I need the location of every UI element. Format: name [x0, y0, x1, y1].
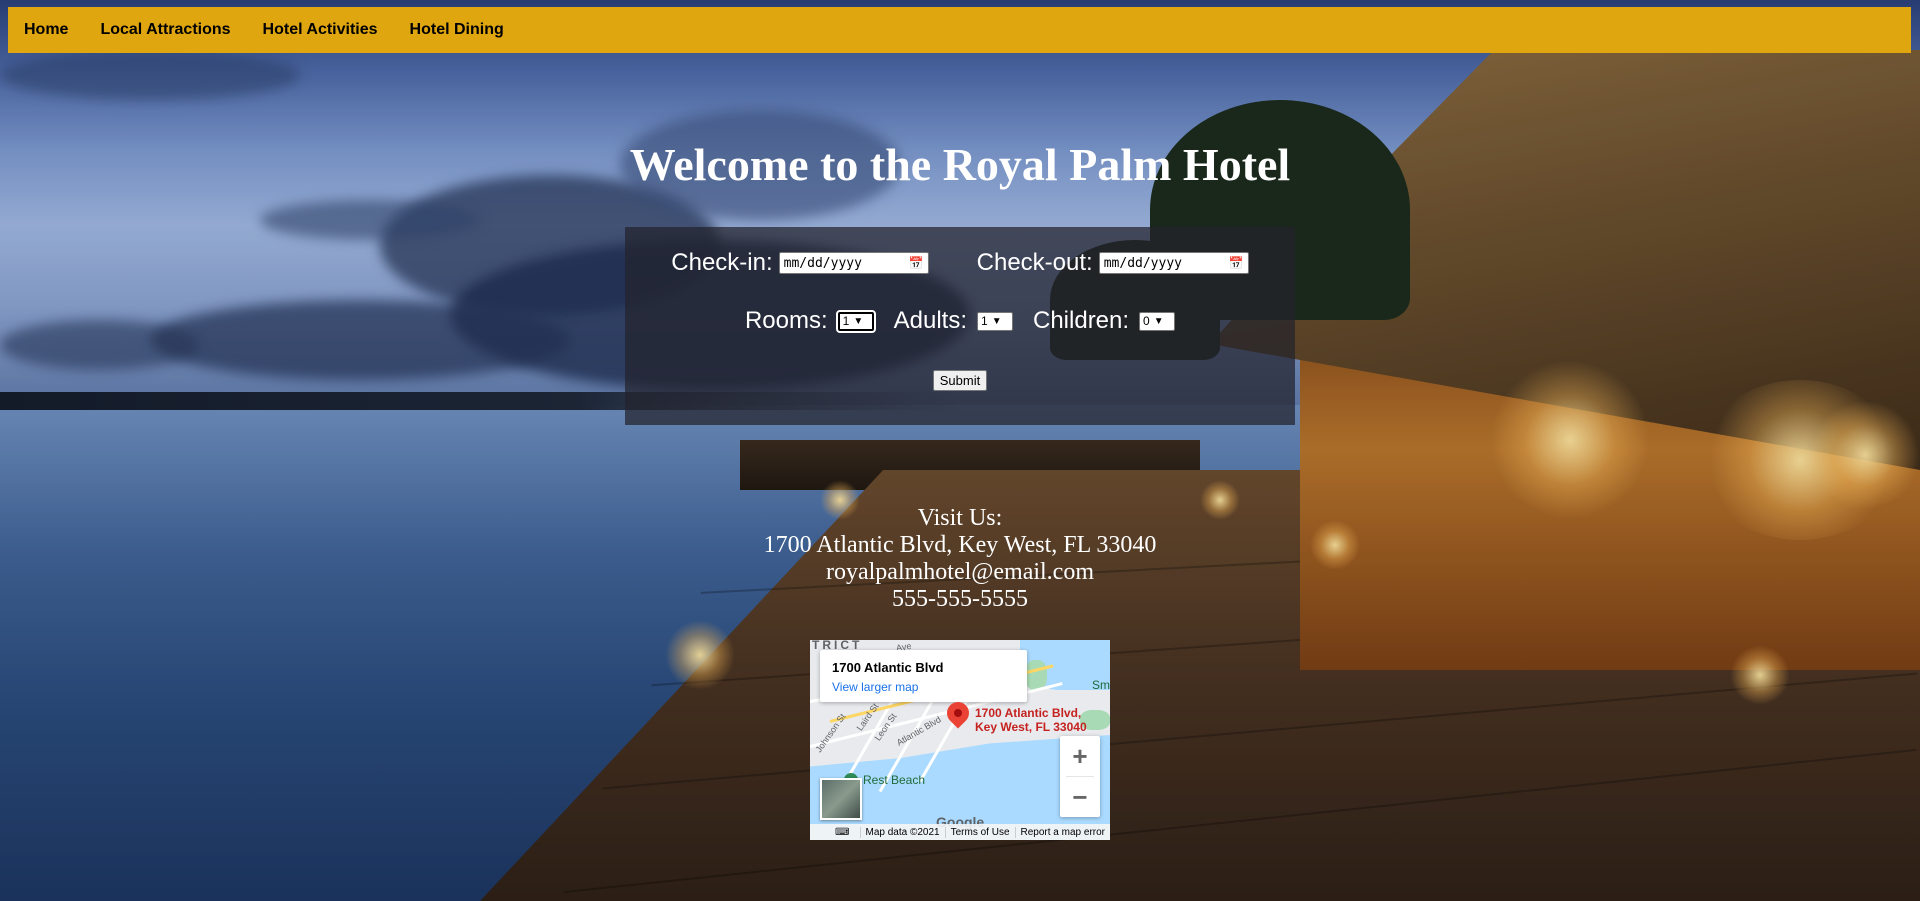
view-larger-map-link[interactable]: View larger map [832, 680, 918, 694]
map-zoom-controls: + − [1060, 736, 1100, 817]
contact-info: Visit Us: 1700 Atlantic Blvd, Key West, … [0, 505, 1920, 613]
page-title: Welcome to the Royal Palm Hotel [629, 139, 1291, 190]
keyboard-icon[interactable]: ⌨ [810, 827, 854, 838]
rooms-value: 1 [842, 314, 850, 328]
chevron-down-icon: ▼ [853, 315, 864, 327]
checkin-date-value: mm/dd/yyyy [783, 255, 862, 271]
children-select[interactable]: 0 ▼ [1139, 311, 1176, 331]
calendar-icon[interactable]: 📅 [1229, 256, 1244, 270]
chevron-down-icon: ▼ [1153, 315, 1164, 327]
map-pin-icon[interactable] [942, 697, 974, 729]
checkout-date-input[interactable]: mm/dd/yyyy 📅 [1098, 252, 1249, 274]
nav-local-attractions-link[interactable]: Local Attractions [84, 21, 246, 39]
checkin-date-input[interactable]: mm/dd/yyyy 📅 [778, 252, 929, 274]
adults-select[interactable]: 1 ▼ [977, 311, 1013, 331]
map-beach-label: Rest Beach [863, 773, 926, 787]
map-place-card: 1700 Atlantic Blvd View larger map [820, 650, 1027, 702]
checkin-label: Check-in: [671, 249, 773, 276]
map-footer: ⌨ Map data ©2021 Terms of Use Report a m… [810, 824, 1110, 840]
children-label: Children: [1033, 307, 1130, 334]
checkin-field: Check-in: mm/dd/yyyy 📅 [671, 249, 929, 277]
map-place-label: Sm [1092, 678, 1110, 692]
rooms-field: Rooms: 1 ▼ [744, 307, 876, 335]
adults-label: Adults: [893, 307, 967, 334]
zoom-in-button[interactable]: + [1060, 736, 1100, 776]
map-data-text: Map data ©2021 [859, 826, 945, 838]
adults-field: Adults: 1 ▼ [894, 307, 1013, 335]
chevron-down-icon: ▼ [991, 315, 1002, 327]
map-pin-label-line1: 1700 Atlantic Blvd, [975, 706, 1082, 720]
map-pin-label: 1700 Atlantic Blvd, Key West, FL 33040 [975, 706, 1087, 734]
children-field: Children: 0 ▼ [1033, 307, 1176, 335]
rooms-label: Rooms: [744, 307, 828, 334]
adults-value: 1 [981, 314, 988, 328]
children-value: 0 [1143, 314, 1150, 328]
checkout-label: Check-out: [976, 249, 1093, 276]
top-nav-bar: Home Local Attractions Hotel Activities … [8, 7, 1911, 53]
zoom-out-button[interactable]: − [1060, 777, 1100, 817]
nav-home-link[interactable]: Home [8, 21, 84, 39]
calendar-icon[interactable]: 📅 [909, 256, 924, 270]
terms-of-use-link[interactable]: Terms of Use [944, 826, 1015, 838]
email-text: royalpalmhotel@email.com [825, 559, 1095, 585]
submit-button[interactable]: Submit [932, 370, 988, 391]
map-card-title: 1700 Atlantic Blvd [832, 660, 944, 675]
rooms-select[interactable]: 1 ▼ [835, 309, 876, 333]
nav-hotel-activities-link[interactable]: Hotel Activities [247, 21, 394, 39]
checkout-field: Check-out: mm/dd/yyyy 📅 [977, 249, 1249, 277]
phone-text: 555-555-5555 [892, 586, 1028, 612]
map-street-label: Johnson St [813, 711, 848, 755]
map-pin-label-line2: Key West, FL 33040 [975, 720, 1087, 734]
visit-heading: Visit Us: [917, 505, 1003, 531]
nav-hotel-dining-link[interactable]: Hotel Dining [394, 21, 520, 39]
booking-form: Check-in: mm/dd/yyyy 📅 Check-out: mm/dd/… [625, 227, 1295, 425]
satellite-toggle-button[interactable] [820, 778, 862, 820]
google-map-embed[interactable]: TRICT Johnson St Laird St Leon St Atlant… [810, 640, 1110, 840]
report-map-error-link[interactable]: Report a map error [1014, 826, 1110, 838]
checkout-date-value: mm/dd/yyyy [1103, 255, 1182, 271]
address-text: 1700 Atlantic Blvd, Key West, FL 33040 [763, 532, 1157, 558]
